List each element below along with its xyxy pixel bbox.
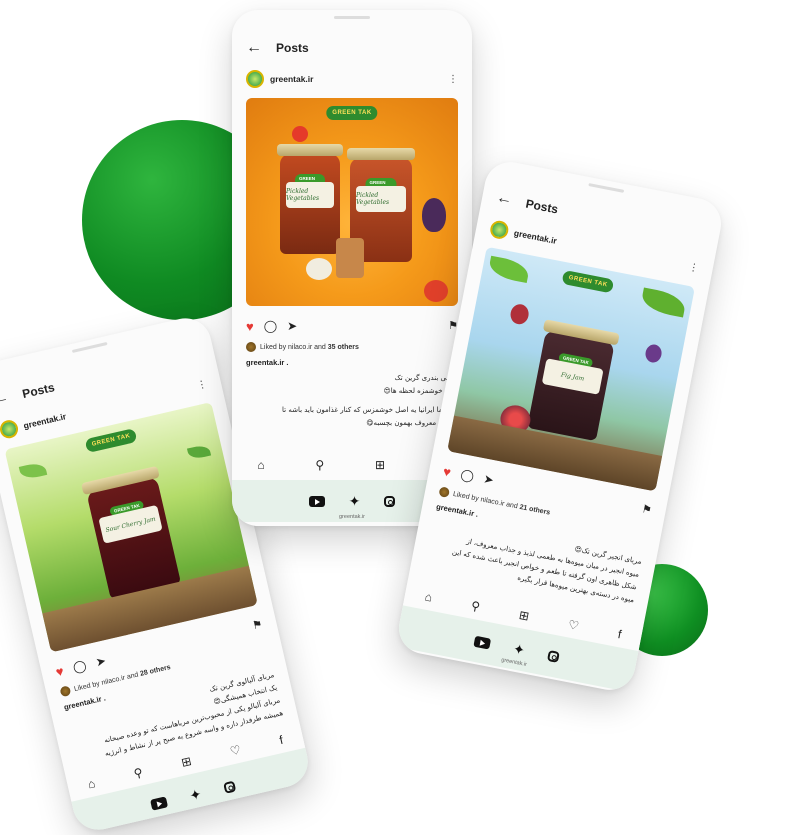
back-arrow-icon[interactable]: ← <box>495 189 514 209</box>
heart-icon[interactable]: ♥ <box>442 463 452 479</box>
search-icon[interactable]: ⚲ <box>132 765 144 781</box>
cauliflower-decoration <box>306 258 332 280</box>
avatar[interactable] <box>488 219 510 241</box>
caption-line: ترشی بندری گرین تک <box>394 374 458 382</box>
search-icon[interactable]: ⚲ <box>470 599 481 614</box>
brand-logo: GREEN TAK <box>561 269 615 294</box>
eggplant-decoration <box>422 198 446 232</box>
fig-decoration <box>643 343 664 364</box>
home-icon[interactable]: ⌂ <box>86 776 96 791</box>
search-icon[interactable]: ⚲ <box>315 459 324 471</box>
brand-logo: GREEN TAK <box>84 427 138 454</box>
twitter-icon[interactable]: ✦ <box>512 640 527 659</box>
bookmark-icon[interactable]: ⚑ <box>251 618 263 632</box>
post-image[interactable]: GREEN TAK GREEN TAK Pickled Vegetables G… <box>246 98 458 306</box>
drum-decoration <box>336 238 364 278</box>
more-vertical-icon[interactable]: ⋮ <box>688 261 700 274</box>
facebook-icon[interactable]: f <box>278 733 284 747</box>
caption-line: چیتم خوشمزه لحظه ها😍 <box>383 387 458 395</box>
jar-lid <box>542 319 620 346</box>
leaf-decoration <box>487 255 531 284</box>
youtube-icon[interactable] <box>473 635 491 650</box>
heart-icon[interactable]: ♥ <box>54 663 65 679</box>
tomato-decoration <box>292 126 308 142</box>
youtube-icon[interactable] <box>308 495 325 507</box>
more-vertical-icon[interactable]: ⋮ <box>196 378 208 391</box>
add-post-icon[interactable]: ⊞ <box>518 608 531 624</box>
twitter-icon[interactable]: ✦ <box>349 493 361 510</box>
comment-icon[interactable]: ◯ <box>72 658 88 675</box>
username[interactable]: greentak.ir <box>270 74 442 84</box>
heart-icon[interactable]: ♥ <box>246 320 254 333</box>
home-icon[interactable]: ⌂ <box>424 589 434 604</box>
jar-label: Sour Cherry Jam <box>98 504 163 544</box>
back-arrow-icon[interactable]: ← <box>0 389 11 409</box>
phone-notch <box>334 16 370 19</box>
fig-jam-jar: GREEN TAK Fig Jam <box>527 319 620 442</box>
jar-label: Fig Jam <box>541 358 604 395</box>
comment-icon[interactable]: ◯ <box>459 467 475 483</box>
activity-heart-icon[interactable]: ♡ <box>567 617 580 633</box>
share-icon[interactable]: ➤ <box>482 472 495 488</box>
add-post-icon[interactable]: ⊞ <box>180 754 193 770</box>
instagram-icon[interactable] <box>547 649 561 663</box>
post-user-row: greentak.ir ⋮ <box>246 68 458 90</box>
jar-label: Pickled Vegetables <box>356 186 406 212</box>
page-title: Posts <box>524 196 560 217</box>
phone-notch <box>71 341 108 353</box>
jam-jar: GREEN TAK Sour Cherry Jam <box>81 465 182 600</box>
caption-line: برای ما ایرانیا یه اصل خوشمزس که کنار غذ… <box>282 406 458 414</box>
post-image[interactable]: GREEN TAK GREEN TAK Fig Jam <box>447 246 695 492</box>
leaf-decoration <box>186 443 212 461</box>
brand-logo: GREEN TAK <box>326 106 378 120</box>
bookmark-icon[interactable]: ⚑ <box>641 503 653 517</box>
home-icon[interactable]: ⌂ <box>257 459 264 471</box>
share-icon[interactable]: ➤ <box>287 320 297 332</box>
liked-by-row: Liked by nilaco.ir and 35 others <box>246 342 458 352</box>
phone-notch <box>588 183 625 193</box>
fig-decoration <box>508 302 531 326</box>
leaf-decoration <box>18 461 48 481</box>
liked-by-text[interactable]: Liked by nilaco.ir and 35 others <box>260 344 359 351</box>
twitter-icon[interactable]: ✦ <box>188 785 203 804</box>
jar-lid <box>277 144 343 156</box>
jar-lid <box>81 465 160 496</box>
page-title: Posts <box>276 41 309 55</box>
more-vertical-icon[interactable]: ⋮ <box>448 74 458 85</box>
back-arrow-icon[interactable]: ← <box>246 40 262 56</box>
facebook-icon[interactable]: f <box>617 627 623 641</box>
tomato-decoration <box>424 280 448 302</box>
avatar[interactable] <box>246 70 264 88</box>
liked-avatar <box>246 342 256 352</box>
add-post-icon[interactable]: ⊞ <box>375 459 385 471</box>
instagram-icon[interactable] <box>223 780 237 794</box>
youtube-icon[interactable] <box>149 795 168 811</box>
page-title: Posts <box>20 380 56 402</box>
post-actions: ♥ ◯ ➤ ⚑ <box>246 318 458 334</box>
liked-avatar <box>438 486 451 498</box>
jar-lid <box>347 148 415 160</box>
instagram-icon[interactable] <box>384 495 396 507</box>
pickle-jar: GREEN TAK Pickled Vegetables <box>277 144 343 254</box>
post-header: ← Posts <box>246 38 458 58</box>
activity-heart-icon[interactable]: ♡ <box>229 742 243 758</box>
share-icon[interactable]: ➤ <box>94 654 107 670</box>
caption-username[interactable]: greentak.ir . <box>246 358 289 367</box>
caption-text: ترشی بندری گرین تک چیتم خوشمزه لحظه ها😍 … <box>246 372 458 430</box>
caption-line: اینجوی معروف بهمون بچسبه😋 <box>366 419 458 427</box>
comment-icon[interactable]: ◯ <box>264 320 277 332</box>
liked-avatar <box>59 685 72 698</box>
leaf-decoration <box>639 287 688 318</box>
post-image[interactable]: GREEN TAK GREEN TAK Sour Cherry Jam <box>4 402 258 653</box>
avatar[interactable] <box>0 418 20 440</box>
jar-label: Pickled Vegetables <box>286 182 334 208</box>
